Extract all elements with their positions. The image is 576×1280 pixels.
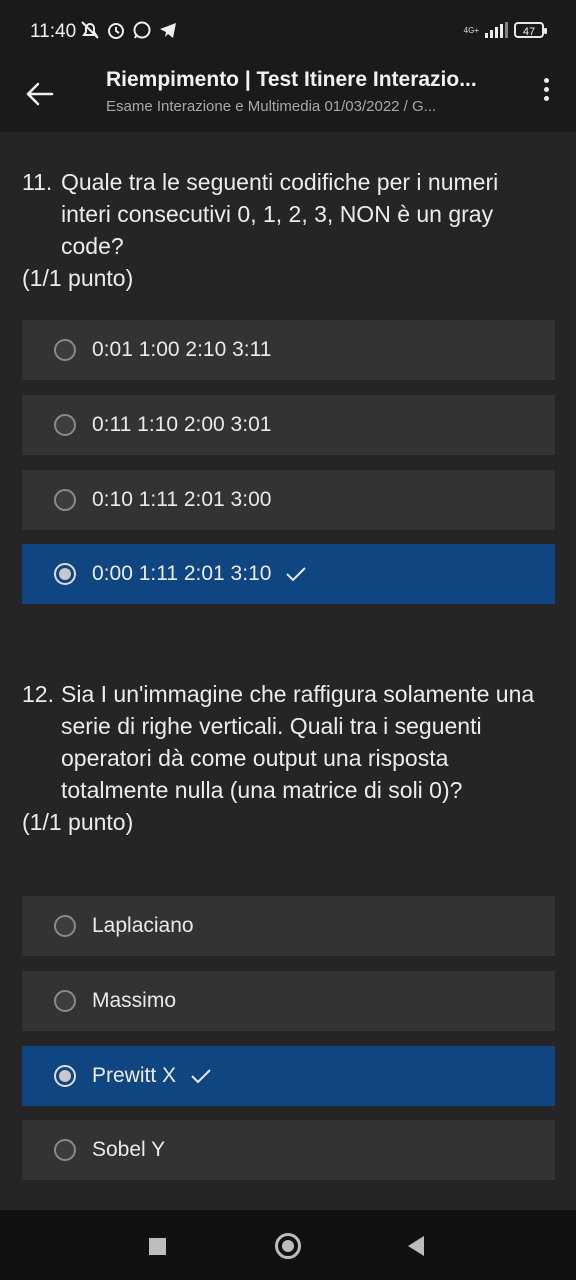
radio-button-selected[interactable] [54,563,76,585]
battery-icon: 47 [514,22,547,38]
status-bar: 11:40 4G+ 47 [0,0,576,64]
answer-label: Prewitt X [92,1064,177,1087]
question-text: Sia I un'immagine che raffigura solament… [61,681,535,803]
question-12: 12. Sia I un'immagine che raffigura sola… [22,678,552,838]
question-11: 11. Quale tra le seguenti codifiche per … [22,166,552,294]
page-title: Riempimento | Test Itinere Interazio... [106,68,477,91]
radio-button[interactable] [54,1139,76,1161]
telegram-icon [158,20,178,40]
back-triangle-icon[interactable] [408,1236,424,1256]
signal-icon [485,22,508,38]
answer-option-selected[interactable]: Prewitt X [22,1046,555,1106]
question-points: (1/1 punto) [22,809,134,835]
answer-label: 0:11 1:10 2:00 3:01 [92,413,272,436]
status-time: 11:40 [30,21,77,42]
answer-label: 0:00 1:11 2:01 3:10 [92,562,272,585]
page-subtitle: Esame Interazione e Multimedia 01/03/202… [106,98,437,115]
answer-option[interactable]: 0:11 1:10 2:00 3:01 [22,395,555,455]
back-button[interactable] [20,74,60,114]
answer-label: Sobel Y [92,1138,166,1161]
more-options-button[interactable] [540,78,552,108]
answer-option[interactable]: Massimo [22,971,555,1031]
radio-button[interactable] [54,339,76,361]
recent-apps-icon[interactable] [149,1238,166,1255]
radio-button-selected[interactable] [54,1065,76,1087]
check-icon [191,1069,211,1084]
radio-button[interactable] [54,414,76,436]
mute-notifications-icon [80,20,100,40]
answer-label: Massimo [92,989,177,1012]
answer-label: 0:10 1:11 2:01 3:00 [92,488,272,511]
radio-button[interactable] [54,915,76,937]
question-number: 12. [22,681,54,707]
status-notification-icons [80,20,178,40]
answer-label: Laplaciano [92,914,194,937]
radio-button[interactable] [54,489,76,511]
alarm-icon [106,20,126,40]
answer-label: 0:01 1:00 2:10 3:11 [92,338,272,361]
whatsapp-icon [132,20,152,40]
answer-option-selected[interactable]: 0:00 1:11 2:01 3:10 [22,544,555,604]
question-points: (1/1 punto) [22,265,134,291]
more-vert-icon [543,78,549,83]
check-icon [286,567,307,582]
answer-option[interactable]: 0:01 1:00 2:10 3:11 [22,320,555,380]
quiz-content[interactable]: 11. Quale tra le seguenti codifiche per … [0,132,576,1210]
home-icon[interactable] [275,1233,301,1259]
arrow-left-icon [26,82,54,106]
answer-option[interactable]: Sobel Y [22,1120,555,1180]
answer-option[interactable]: 0:10 1:11 2:01 3:00 [22,470,555,530]
status-system-icons: 4G+ 47 [463,22,547,38]
radio-button[interactable] [54,990,76,1012]
question-number: 11. [22,169,53,195]
answer-option[interactable]: Laplaciano [22,896,555,956]
network-type: 4G+ [463,25,479,35]
system-nav-bar [0,1210,576,1280]
app-bar: Riempimento | Test Itinere Interazio... … [0,64,576,132]
question-text: Quale tra le seguenti codifiche per i nu… [61,169,499,259]
